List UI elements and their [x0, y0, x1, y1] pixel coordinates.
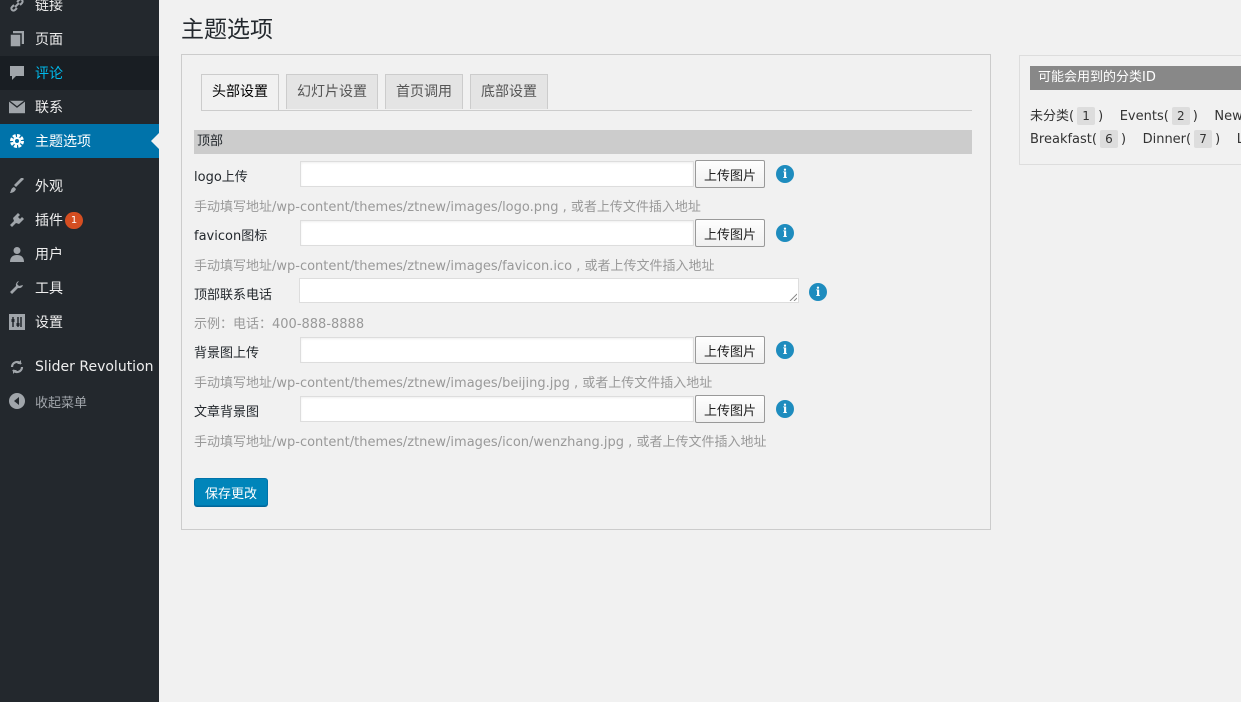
page-title: 主题选项	[181, 17, 273, 43]
menu-label: 主题选项	[35, 134, 91, 150]
category-row: Breakfast(6) Dinner(7) Lu	[1030, 130, 1241, 148]
tab-header-settings[interactable]: 头部设置	[201, 74, 279, 110]
menu-label: 评论	[35, 66, 63, 82]
menu-links[interactable]: 链接	[0, 0, 159, 22]
tab-slider-settings[interactable]: 幻灯片设置	[286, 74, 378, 109]
admin-sidebar: 链接 页面 评论 联系 主题选项 外观 插件 1 用户 工具 设置 Slider…	[0, 0, 159, 702]
comment-icon	[9, 65, 25, 81]
menu-plugins[interactable]: 插件 1	[0, 203, 159, 237]
tab-home-settings[interactable]: 首页调用	[385, 74, 463, 109]
resize-handle-icon[interactable]	[789, 293, 797, 301]
article-bg-label: 文章背景图	[194, 405, 260, 420]
category-name: Breakfast	[1030, 132, 1092, 147]
menu-label: 收起菜单	[35, 395, 88, 411]
save-button[interactable]: 保存更改	[194, 478, 268, 506]
menu-users[interactable]: 用户	[0, 237, 159, 271]
article-bg-url-input[interactable]	[300, 396, 694, 422]
category-name: Dinner	[1142, 132, 1187, 147]
menu-label: Slider Revolution	[35, 359, 154, 375]
settings-icon	[9, 314, 25, 330]
info-icon[interactable]: i	[776, 165, 794, 183]
page-icon	[9, 31, 25, 47]
favicon-label: favicon图标	[194, 229, 268, 244]
category-id: 2	[1171, 107, 1190, 125]
category-box-title: 可能会用到的分类ID	[1030, 66, 1241, 90]
menu-label: 用户	[35, 247, 63, 263]
mail-icon	[9, 99, 25, 115]
category-id: 6	[1099, 130, 1118, 148]
category-name: Events	[1119, 109, 1164, 124]
logo-label: logo上传	[194, 170, 248, 185]
menu-label: 外观	[35, 179, 63, 195]
tab-bar: 头部设置 幻灯片设置 首页调用 底部设置	[201, 74, 972, 111]
menu-appearance[interactable]: 外观	[0, 169, 159, 203]
info-icon[interactable]: i	[809, 283, 827, 301]
info-icon[interactable]: i	[776, 400, 794, 418]
menu-collapse[interactable]: 收起菜单	[0, 384, 159, 418]
favicon-hint: 手动填写地址/wp-content/themes/ztnew/images/fa…	[194, 259, 715, 274]
background-label: 背景图上传	[194, 346, 260, 361]
article-bg-hint: 手动填写地址/wp-content/themes/ztnew/images/ic…	[194, 435, 767, 450]
category-row: 未分类(1) Events(2) New	[1030, 107, 1241, 125]
collapse-icon	[9, 393, 25, 409]
logo-hint: 手动填写地址/wp-content/themes/ztnew/images/lo…	[194, 200, 701, 215]
category-name: 未分类	[1030, 109, 1070, 124]
background-upload-button[interactable]: 上传图片	[695, 336, 765, 364]
options-panel: 头部设置 幻灯片设置 首页调用 底部设置 顶部 logo上传 上传图片 i 手动…	[181, 54, 991, 530]
tab-footer-settings[interactable]: 底部设置	[470, 74, 548, 109]
category-id: 7	[1194, 130, 1213, 148]
update-count-badge: 1	[65, 211, 83, 229]
category-id-box: 可能会用到的分类ID 未分类(1) Events(2) New Breakfas…	[1019, 55, 1241, 165]
info-icon[interactable]: i	[776, 224, 794, 242]
link-icon	[9, 0, 25, 13]
menu-theme-options[interactable]: 主题选项	[0, 124, 159, 158]
category-name: Lu	[1237, 132, 1241, 147]
menu-label: 联系	[35, 100, 63, 116]
background-hint: 手动填写地址/wp-content/themes/ztnew/images/be…	[194, 376, 713, 391]
menu-settings[interactable]: 设置	[0, 305, 159, 339]
logo-url-input[interactable]	[300, 161, 694, 187]
phone-textarea[interactable]	[299, 278, 799, 303]
menu-label: 工具	[35, 281, 63, 297]
info-icon[interactable]: i	[776, 341, 794, 359]
background-url-input[interactable]	[300, 337, 694, 363]
gear-icon	[9, 133, 25, 149]
favicon-url-input[interactable]	[300, 220, 694, 246]
user-icon	[9, 246, 25, 262]
menu-label: 设置	[35, 315, 63, 331]
brush-icon	[9, 178, 25, 194]
phone-label: 顶部联系电话	[194, 288, 273, 303]
article-bg-upload-button[interactable]: 上传图片	[695, 395, 765, 423]
menu-label: 链接	[35, 0, 63, 14]
category-id: 1	[1077, 107, 1096, 125]
favicon-upload-button[interactable]: 上传图片	[695, 219, 765, 247]
menu-slider-revolution[interactable]: Slider Revolution	[0, 350, 159, 384]
section-title: 顶部	[194, 130, 972, 154]
menu-tools[interactable]: 工具	[0, 271, 159, 305]
phone-hint: 示例：电话：400-888-8888	[194, 317, 365, 332]
menu-contact[interactable]: 联系	[0, 90, 159, 124]
wrench-icon	[9, 280, 25, 296]
menu-label: 页面	[35, 32, 63, 48]
refresh-icon	[9, 359, 25, 375]
menu-comments[interactable]: 评论	[0, 56, 159, 90]
logo-upload-button[interactable]: 上传图片	[695, 160, 765, 188]
category-name: New	[1214, 109, 1241, 124]
menu-label: 插件	[35, 213, 63, 229]
plugin-icon	[9, 212, 25, 228]
menu-pages[interactable]: 页面	[0, 22, 159, 56]
